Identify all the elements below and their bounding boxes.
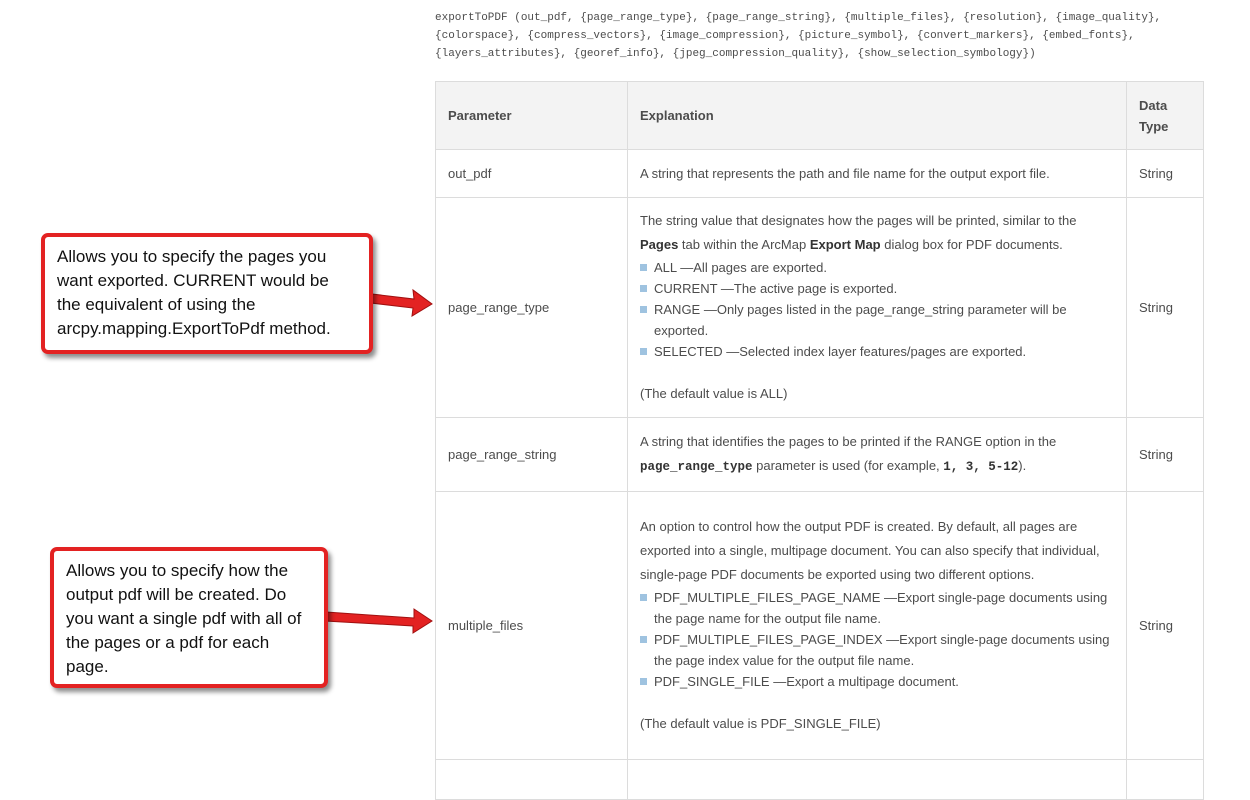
- callout-multiple-files: Allows you to specify how the output pdf…: [50, 547, 328, 688]
- arrow-to-page-range-type: [370, 288, 433, 317]
- arrow-to-multiple-files: [324, 608, 433, 634]
- callout-text: Allows you to specify how the output pdf…: [66, 561, 302, 676]
- callout-page-range-type: Allows you to specify the pages you want…: [41, 233, 373, 354]
- callout-text: Allows you to specify the pages you want…: [57, 247, 331, 338]
